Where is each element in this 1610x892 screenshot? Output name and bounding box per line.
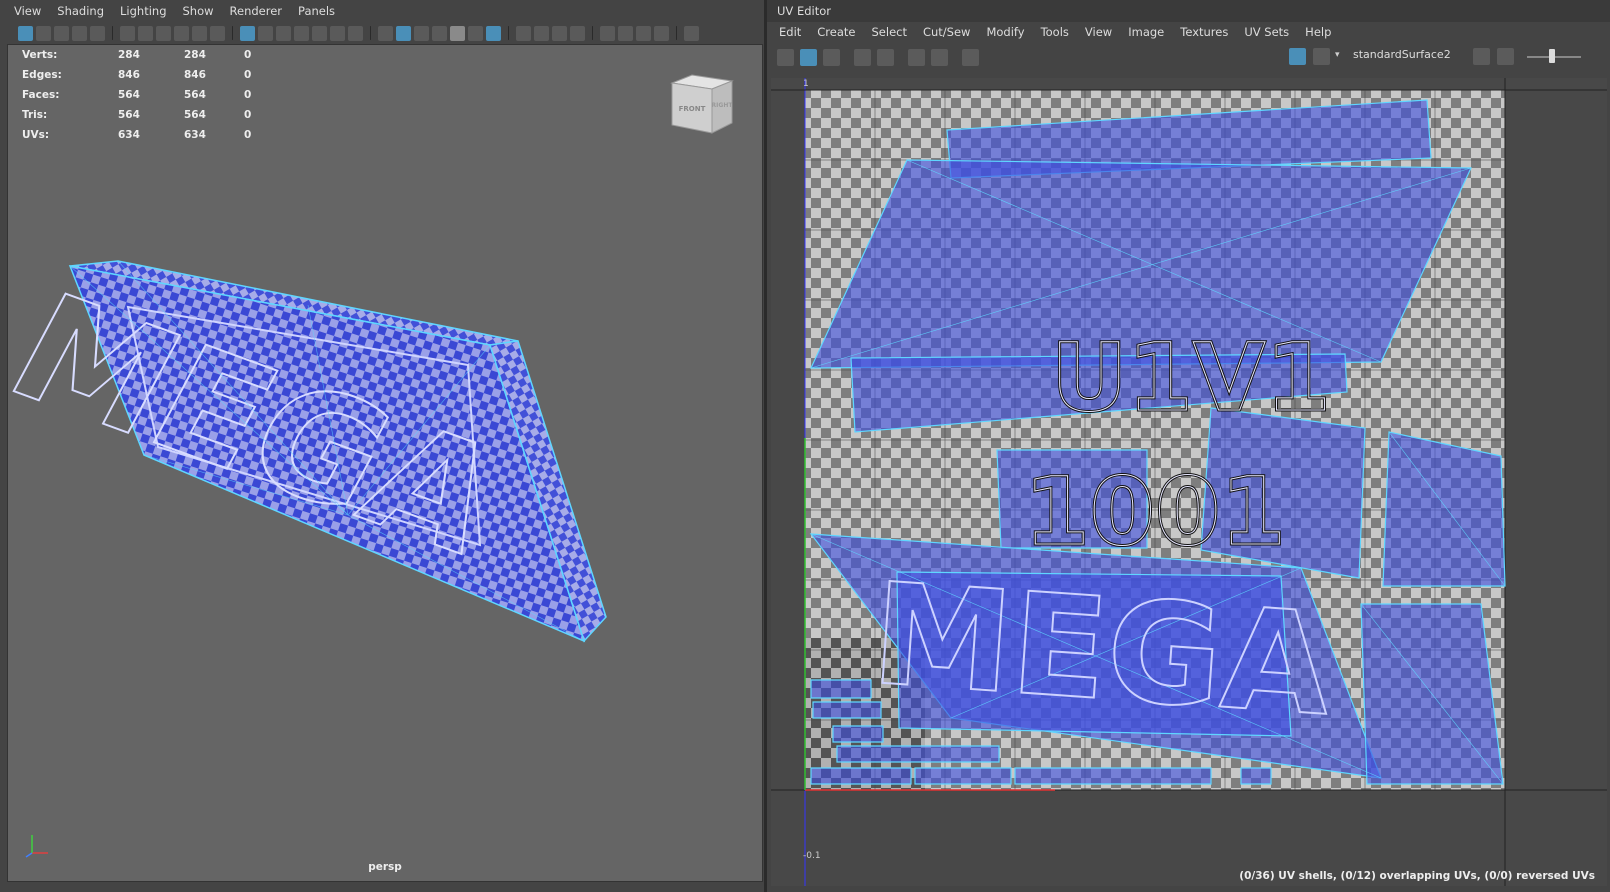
uv-menu-help[interactable]: Help bbox=[1297, 25, 1339, 39]
uv-distortion-icon[interactable] bbox=[877, 48, 894, 66]
shadows-icon[interactable] bbox=[486, 25, 501, 41]
uv-menu-create[interactable]: Create bbox=[809, 25, 863, 39]
smooth-shade-icon[interactable] bbox=[396, 25, 411, 41]
motion-blur-icon[interactable] bbox=[534, 25, 549, 41]
bookmark-icon[interactable] bbox=[54, 25, 69, 41]
field-chart-icon[interactable] bbox=[312, 25, 327, 41]
uv-image-slider-handle[interactable] bbox=[1549, 49, 1555, 63]
select-camera-icon[interactable] bbox=[18, 25, 33, 41]
mega-sign-model[interactable]: MEGA bbox=[8, 45, 764, 883]
chevron-down-icon[interactable]: ▾ bbox=[1335, 50, 1340, 60]
grid-icon[interactable] bbox=[240, 25, 255, 41]
menu-shading[interactable]: Shading bbox=[49, 4, 112, 18]
tumble-icon[interactable] bbox=[138, 25, 153, 41]
uv-status-text: (0/36) UV shells, (0/12) overlapping UVs… bbox=[1239, 870, 1595, 882]
uv-exposure-icon[interactable] bbox=[1473, 48, 1490, 65]
menu-show[interactable]: Show bbox=[175, 4, 222, 18]
uv-menu-tools[interactable]: Tools bbox=[1033, 25, 1077, 39]
safe-action-icon[interactable] bbox=[330, 25, 345, 41]
uv-menu-uv-sets[interactable]: UV Sets bbox=[1236, 25, 1297, 39]
xray-icon[interactable] bbox=[618, 25, 633, 41]
uv-menu-modify[interactable]: Modify bbox=[978, 25, 1032, 39]
uv-editor-toolbar: ▾ standardSurface2 bbox=[767, 42, 1610, 72]
camera-icon[interactable] bbox=[120, 25, 135, 41]
isolate-select-icon[interactable] bbox=[600, 25, 615, 41]
uv-image-display-icon[interactable] bbox=[1289, 48, 1306, 65]
persp-viewport[interactable]: Verts: 284 284 0 Edges: 846 846 0 Faces: 564 564… bbox=[7, 44, 763, 882]
uv-border-icon[interactable] bbox=[854, 48, 871, 66]
default-material-icon[interactable] bbox=[414, 25, 429, 41]
udim-tile-label-outline: U1V1 bbox=[1051, 324, 1331, 433]
uv-texture-canvas[interactable]: MEGA U1V1 U1V1 1001 1001 1 -0.1 (0/36) U… bbox=[771, 78, 1607, 886]
texture-material-select[interactable]: standardSurface2 bbox=[1353, 48, 1451, 61]
wireframe-icon[interactable] bbox=[378, 25, 393, 41]
track-icon[interactable] bbox=[156, 25, 171, 41]
xray-joints-icon[interactable] bbox=[636, 25, 651, 41]
menu-view[interactable]: View bbox=[6, 4, 49, 18]
uv-editor-menubar: Edit Create Select Cut/Sew Modify Tools … bbox=[767, 22, 1610, 42]
menu-panels[interactable]: Panels bbox=[290, 4, 343, 18]
uv-menu-textures[interactable]: Textures bbox=[1172, 25, 1236, 39]
uv-gamma-icon[interactable] bbox=[1497, 48, 1514, 65]
menu-lighting[interactable]: Lighting bbox=[112, 4, 174, 18]
film-icon[interactable] bbox=[258, 25, 273, 41]
uv-menu-cut-sew[interactable]: Cut/Sew bbox=[915, 25, 978, 39]
gate-mask-icon[interactable] bbox=[294, 25, 309, 41]
resolution-gate-icon[interactable] bbox=[276, 25, 291, 41]
safe-title-icon[interactable] bbox=[348, 25, 363, 41]
exposure-icon[interactable] bbox=[684, 25, 699, 41]
antialias-icon[interactable] bbox=[552, 25, 567, 41]
uv-axis-bottom-label: -0.1 bbox=[803, 851, 821, 861]
pencil-icon[interactable] bbox=[192, 25, 207, 41]
xray-components-icon[interactable] bbox=[654, 25, 669, 41]
lights-icon[interactable] bbox=[468, 25, 483, 41]
image-plane-icon[interactable] bbox=[72, 25, 87, 41]
menu-renderer[interactable]: Renderer bbox=[222, 4, 291, 18]
axis-gizmo-icon bbox=[25, 835, 48, 858]
uv-editor-panel: UV Editor Edit Create Select Cut/Sew Mod… bbox=[767, 0, 1610, 892]
uv-snapshot-icon[interactable] bbox=[962, 48, 979, 66]
uv-shell-icon[interactable] bbox=[777, 48, 794, 66]
uv-menu-edit[interactable]: Edit bbox=[771, 25, 809, 39]
uv-select-icon[interactable] bbox=[800, 48, 817, 66]
uv-checker-icon[interactable] bbox=[908, 48, 925, 66]
ambient-occlusion-icon[interactable] bbox=[516, 25, 531, 41]
uv-menu-view[interactable]: View bbox=[1077, 25, 1120, 39]
uv-layout: MEGA U1V1 U1V1 1001 1001 1 -0.1 bbox=[771, 78, 1607, 886]
viewport-menubar: View Shading Lighting Show Renderer Pane… bbox=[0, 0, 764, 22]
uv-grid-icon[interactable] bbox=[823, 48, 840, 66]
uv-checker-toggle-icon[interactable] bbox=[1313, 48, 1330, 65]
depth-of-field-icon[interactable] bbox=[570, 25, 585, 41]
viewport-toolbar bbox=[0, 22, 764, 44]
film-gate-icon[interactable] bbox=[90, 25, 105, 41]
uv-menu-image[interactable]: Image bbox=[1120, 25, 1172, 39]
uv-mega-shell-text: MEGA bbox=[867, 553, 1335, 748]
lock-camera-icon[interactable] bbox=[36, 25, 51, 41]
uv-filter-icon[interactable] bbox=[931, 48, 948, 66]
modeling-viewport-panel: View Shading Lighting Show Renderer Pane… bbox=[0, 0, 764, 892]
wireframe-on-shaded-icon[interactable] bbox=[432, 25, 447, 41]
uv-menu-select[interactable]: Select bbox=[864, 25, 915, 39]
dolly-icon[interactable] bbox=[174, 25, 189, 41]
udim-tile-number-outline: 1001 bbox=[1024, 458, 1286, 567]
grease-icon[interactable] bbox=[210, 25, 225, 41]
uv-editor-title: UV Editor bbox=[767, 0, 1610, 22]
uv-axis-top-label: 1 bbox=[803, 79, 809, 89]
camera-label: persp bbox=[368, 861, 402, 873]
textured-icon[interactable] bbox=[450, 25, 465, 41]
